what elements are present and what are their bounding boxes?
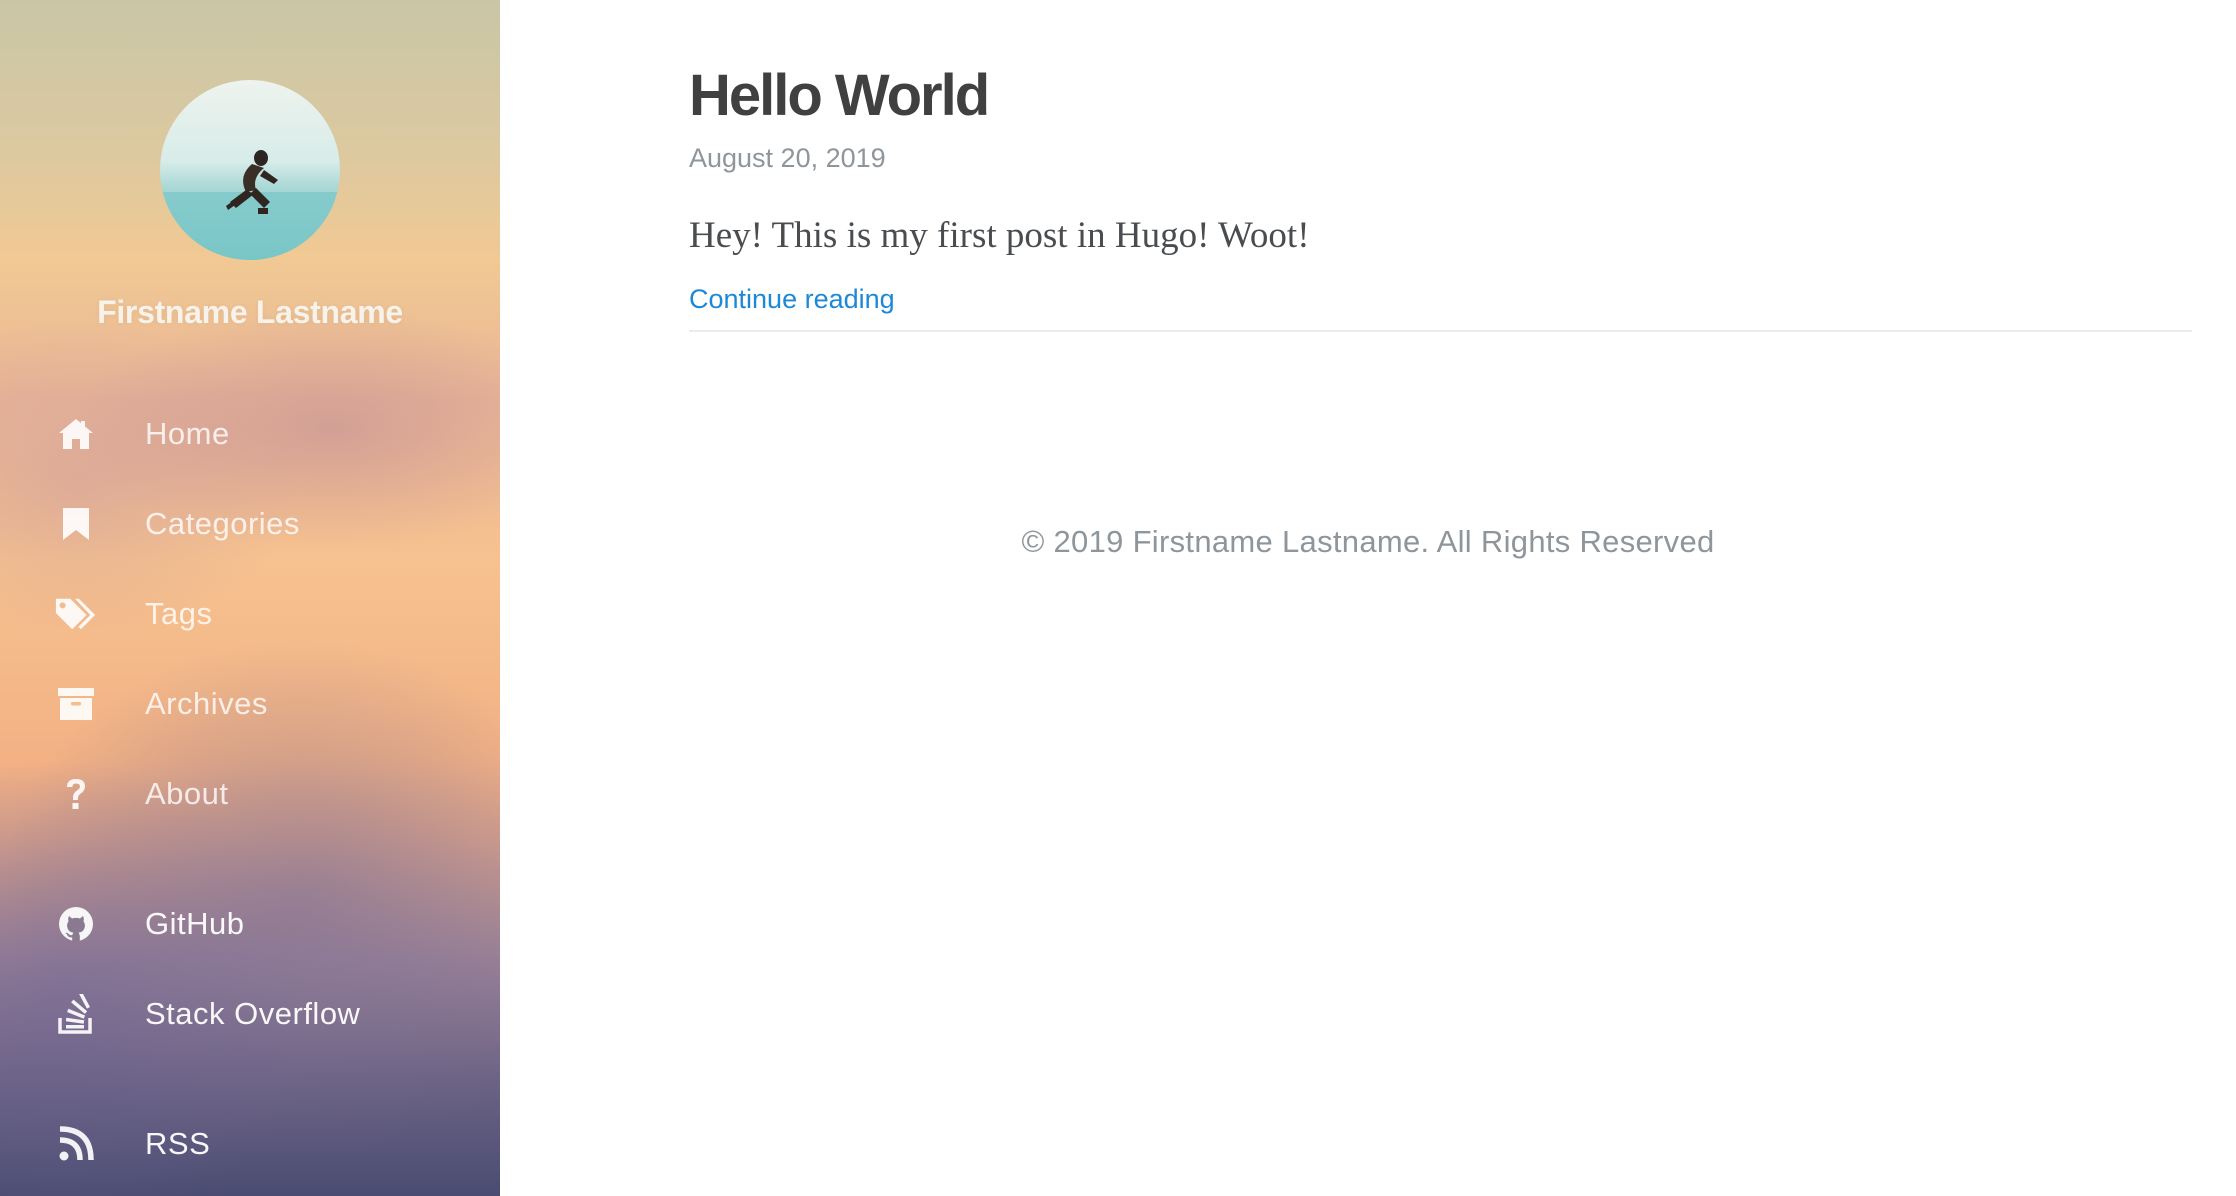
- nav-label-github: GitHub: [145, 906, 245, 941]
- stackoverflow-icon: [54, 992, 98, 1036]
- sidebar: Firstname Lastname Home Categories Tags: [0, 0, 500, 1196]
- bookmark-icon: [54, 502, 98, 546]
- post-date: August 20, 2019: [689, 143, 886, 173]
- nav-item-about[interactable]: About: [0, 762, 500, 826]
- post-divider: [689, 330, 2192, 332]
- github-icon: [54, 902, 98, 946]
- home-icon: [54, 412, 98, 456]
- nav-label-tags: Tags: [145, 596, 213, 631]
- nav-label-rss: RSS: [145, 1126, 211, 1161]
- tags-icon: [54, 592, 98, 636]
- author-name[interactable]: Firstname Lastname: [0, 294, 500, 331]
- avatar[interactable]: [160, 80, 340, 260]
- footer-copyright: © 2019 Firstname Lastname. All Rights Re…: [1021, 524, 1715, 559]
- nav-label-home: Home: [145, 416, 230, 451]
- post-title[interactable]: Hello World: [689, 62, 990, 129]
- nav-item-github[interactable]: GitHub: [0, 892, 500, 956]
- nav-label-about: About: [145, 776, 229, 811]
- avatar-photo: [160, 80, 340, 260]
- nav-item-rss[interactable]: RSS: [0, 1112, 500, 1176]
- nav-item-archives[interactable]: Archives: [0, 672, 500, 736]
- archive-icon: [54, 682, 98, 726]
- post-summary: Hey! This is my first post in Hugo! Woot…: [689, 215, 1310, 256]
- nav-label-categories: Categories: [145, 506, 300, 541]
- nav-label-archives: Archives: [145, 686, 268, 721]
- nav-item-categories[interactable]: Categories: [0, 492, 500, 556]
- nav-item-stackoverflow[interactable]: Stack Overflow: [0, 982, 500, 1046]
- main-content: Hello World August 20, 2019 Hey! This is…: [500, 0, 2236, 1196]
- question-icon: [54, 772, 98, 816]
- rss-icon: [54, 1122, 98, 1166]
- nav-item-home[interactable]: Home: [0, 402, 500, 466]
- nav-item-tags[interactable]: Tags: [0, 582, 500, 646]
- nav-label-stackoverflow: Stack Overflow: [145, 996, 361, 1031]
- continue-reading-link[interactable]: Continue reading: [689, 284, 895, 315]
